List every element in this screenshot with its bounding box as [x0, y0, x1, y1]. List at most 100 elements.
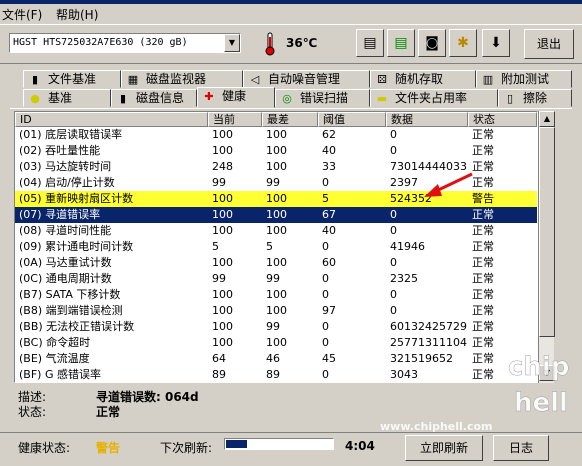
cell-th: 97 [322, 304, 336, 317]
table-row[interactable]: (09) 累计通电时间计数 5 5 0 41946 正常 [15, 239, 537, 255]
cell-th: 40 [322, 144, 336, 157]
cell-data: 0 [390, 128, 397, 141]
column-header-status[interactable]: 状态 [468, 112, 537, 127]
copy-button[interactable]: ▤ [356, 29, 384, 57]
table-row[interactable]: (BC) 命令超时 100 100 0 25771311104 正常 [15, 335, 537, 351]
tab-label: 健康 [222, 89, 247, 103]
column-header-threshold[interactable]: 阈值 [318, 112, 386, 127]
refresh-now-button[interactable]: 立即刷新 [405, 435, 483, 461]
tab-file-benchmark[interactable]: ▮ 文件基准 [23, 70, 121, 88]
cell-cur: 100 [212, 336, 233, 349]
smart-table[interactable]: ID 当前 最差 阈值 数据 状态 (01) 底层读取错误率 100 100 62 0 正… [14, 111, 538, 383]
options-button[interactable]: ✱ [449, 29, 477, 57]
column-header-id[interactable]: ID [15, 112, 208, 127]
watermark-text: www.chiphell.com [380, 420, 493, 433]
table-row[interactable]: (0A) 马达重试计数 100 100 60 0 正常 [15, 255, 537, 271]
tab-disk-monitor[interactable]: ▦ 磁盘监视器 [121, 70, 243, 88]
cell-th: 0 [322, 176, 329, 189]
chart-icon: ▥ [482, 73, 494, 86]
cell-status: 正常 [472, 128, 494, 141]
menu-help[interactable]: 帮助(H) [56, 6, 98, 23]
cell-status: 正常 [472, 320, 494, 333]
table-row[interactable]: (02) 吞吐量性能 100 100 40 0 正常 [15, 143, 537, 159]
cell-cur: 5 [212, 240, 219, 253]
table-row[interactable]: (B8) 端到端错误检测 100 100 97 0 正常 [15, 303, 537, 319]
cell-data: 321519652 [390, 352, 453, 365]
cell-status: 正常 [472, 240, 494, 253]
copy-all-button[interactable]: ▤ [387, 29, 415, 57]
speaker-icon: ◁ [250, 73, 260, 86]
cell-th: 0 [322, 336, 329, 349]
cell-id: (09) 累计通电时间计数 [19, 240, 134, 253]
download-button[interactable]: ⬇ [482, 29, 510, 57]
cell-data: 0 [390, 224, 397, 237]
cross-icon: ✚ [204, 90, 214, 103]
table-row[interactable]: (01) 底层读取错误率 100 100 62 0 正常 [15, 127, 537, 143]
tab-folder-usage[interactable]: ▬ 文件夹占用率 [370, 89, 498, 107]
cell-id: (08) 寻道时间性能 [19, 224, 112, 237]
tab-label: 随机存取 [395, 72, 444, 86]
cell-worst: 100 [266, 224, 287, 237]
cell-cur: 64 [212, 352, 226, 365]
status-value: 正常 [96, 405, 121, 419]
cell-worst: 100 [266, 144, 287, 157]
tab-label: 擦除 [523, 91, 548, 105]
tab-aam[interactable]: ◁ 自动噪音管理 [243, 70, 370, 88]
table-row[interactable]: (07) 寻道错误率 100 100 67 0 正常 [15, 207, 537, 223]
drive-select[interactable]: HGST HTS725032A7E630 (320 gB) ▼ [9, 33, 241, 53]
disk-icon: ▮ [119, 92, 127, 105]
cell-th: 5 [322, 192, 329, 205]
toolbar: HGST HTS725032A7E630 (320 gB) ▼ 36℃ ▤ ▤ … [0, 24, 582, 64]
column-header-current[interactable]: 当前 [208, 112, 262, 127]
cell-worst: 99 [266, 320, 280, 333]
cell-id: (0C) 通电周期计数 [19, 272, 112, 285]
table-row[interactable]: (BE) 气流温度 64 46 45 321519652 正常 [15, 351, 537, 367]
scroll-thumb[interactable] [539, 127, 555, 337]
cell-th: 62 [322, 128, 336, 141]
cell-id: (0A) 马达重试计数 [19, 256, 112, 269]
tab-benchmark[interactable]: ● 基准 [23, 89, 111, 107]
cell-data: 0 [390, 208, 397, 221]
cell-id: (07) 寻道错误率 [19, 208, 101, 221]
cell-worst: 100 [266, 128, 287, 141]
tab-label: 磁盘监视器 [146, 72, 207, 86]
cell-data: 0 [390, 144, 397, 157]
chiphell-logo: chip hell [508, 345, 578, 440]
scroll-up-icon[interactable]: ▲ [539, 111, 555, 127]
tab-error-scan[interactable]: ◎ 错误扫描 [275, 89, 370, 107]
exit-button[interactable]: 退出 [524, 29, 574, 59]
table-row[interactable]: (0C) 通电周期计数 99 99 0 2325 正常 [15, 271, 537, 287]
menu-file[interactable]: 文件(F) [2, 6, 42, 23]
column-header-worst[interactable]: 最差 [262, 112, 318, 127]
tab-random-access[interactable]: ⚄ 随机存取 [370, 70, 476, 88]
cell-worst: 100 [266, 192, 287, 205]
cell-status: 正常 [472, 336, 494, 349]
next-refresh-label: 下次刷新: [160, 441, 213, 455]
vertical-scrollbar[interactable]: ▲ ▼ [538, 111, 555, 383]
screenshot-button[interactable]: ◙ [418, 29, 446, 57]
cell-status: 正常 [472, 304, 494, 317]
cell-worst: 99 [266, 272, 280, 285]
cell-worst: 99 [266, 176, 280, 189]
column-header-data[interactable]: 数据 [386, 112, 468, 127]
cell-worst: 46 [266, 352, 280, 365]
cell-cur: 100 [212, 304, 233, 317]
tab-health[interactable]: ✚ 健康 [197, 87, 275, 108]
tab-disk-info[interactable]: ▮ 磁盘信息 [111, 89, 197, 107]
table-row[interactable]: (BF) G 感错误率 89 89 0 3043 正常 [15, 367, 537, 382]
svg-text:hell: hell [514, 388, 568, 418]
cell-th: 0 [322, 368, 329, 381]
tab-erase[interactable]: ▯ 擦除 [498, 89, 572, 107]
table-row[interactable]: (08) 寻道时间性能 100 100 40 0 正常 [15, 223, 537, 239]
tab-label: 磁盘信息 [136, 91, 185, 105]
red-arrow-annotation [424, 172, 473, 197]
table-row[interactable]: (BB) 无法校正错误计数 100 99 0 60132425729 正常 [15, 319, 537, 335]
cell-data: 41946 [390, 240, 425, 253]
refresh-progress-bar [224, 438, 334, 450]
cell-data: 2325 [390, 272, 418, 285]
table-row[interactable]: (B7) SATA 下移计数 100 100 0 0 正常 [15, 287, 537, 303]
tab-extra-tests[interactable]: ▥ 附加测试 [476, 70, 572, 88]
cell-worst: 100 [266, 160, 287, 173]
chevron-down-icon[interactable]: ▼ [224, 34, 240, 52]
cell-id: (BC) 命令超时 [19, 336, 91, 349]
